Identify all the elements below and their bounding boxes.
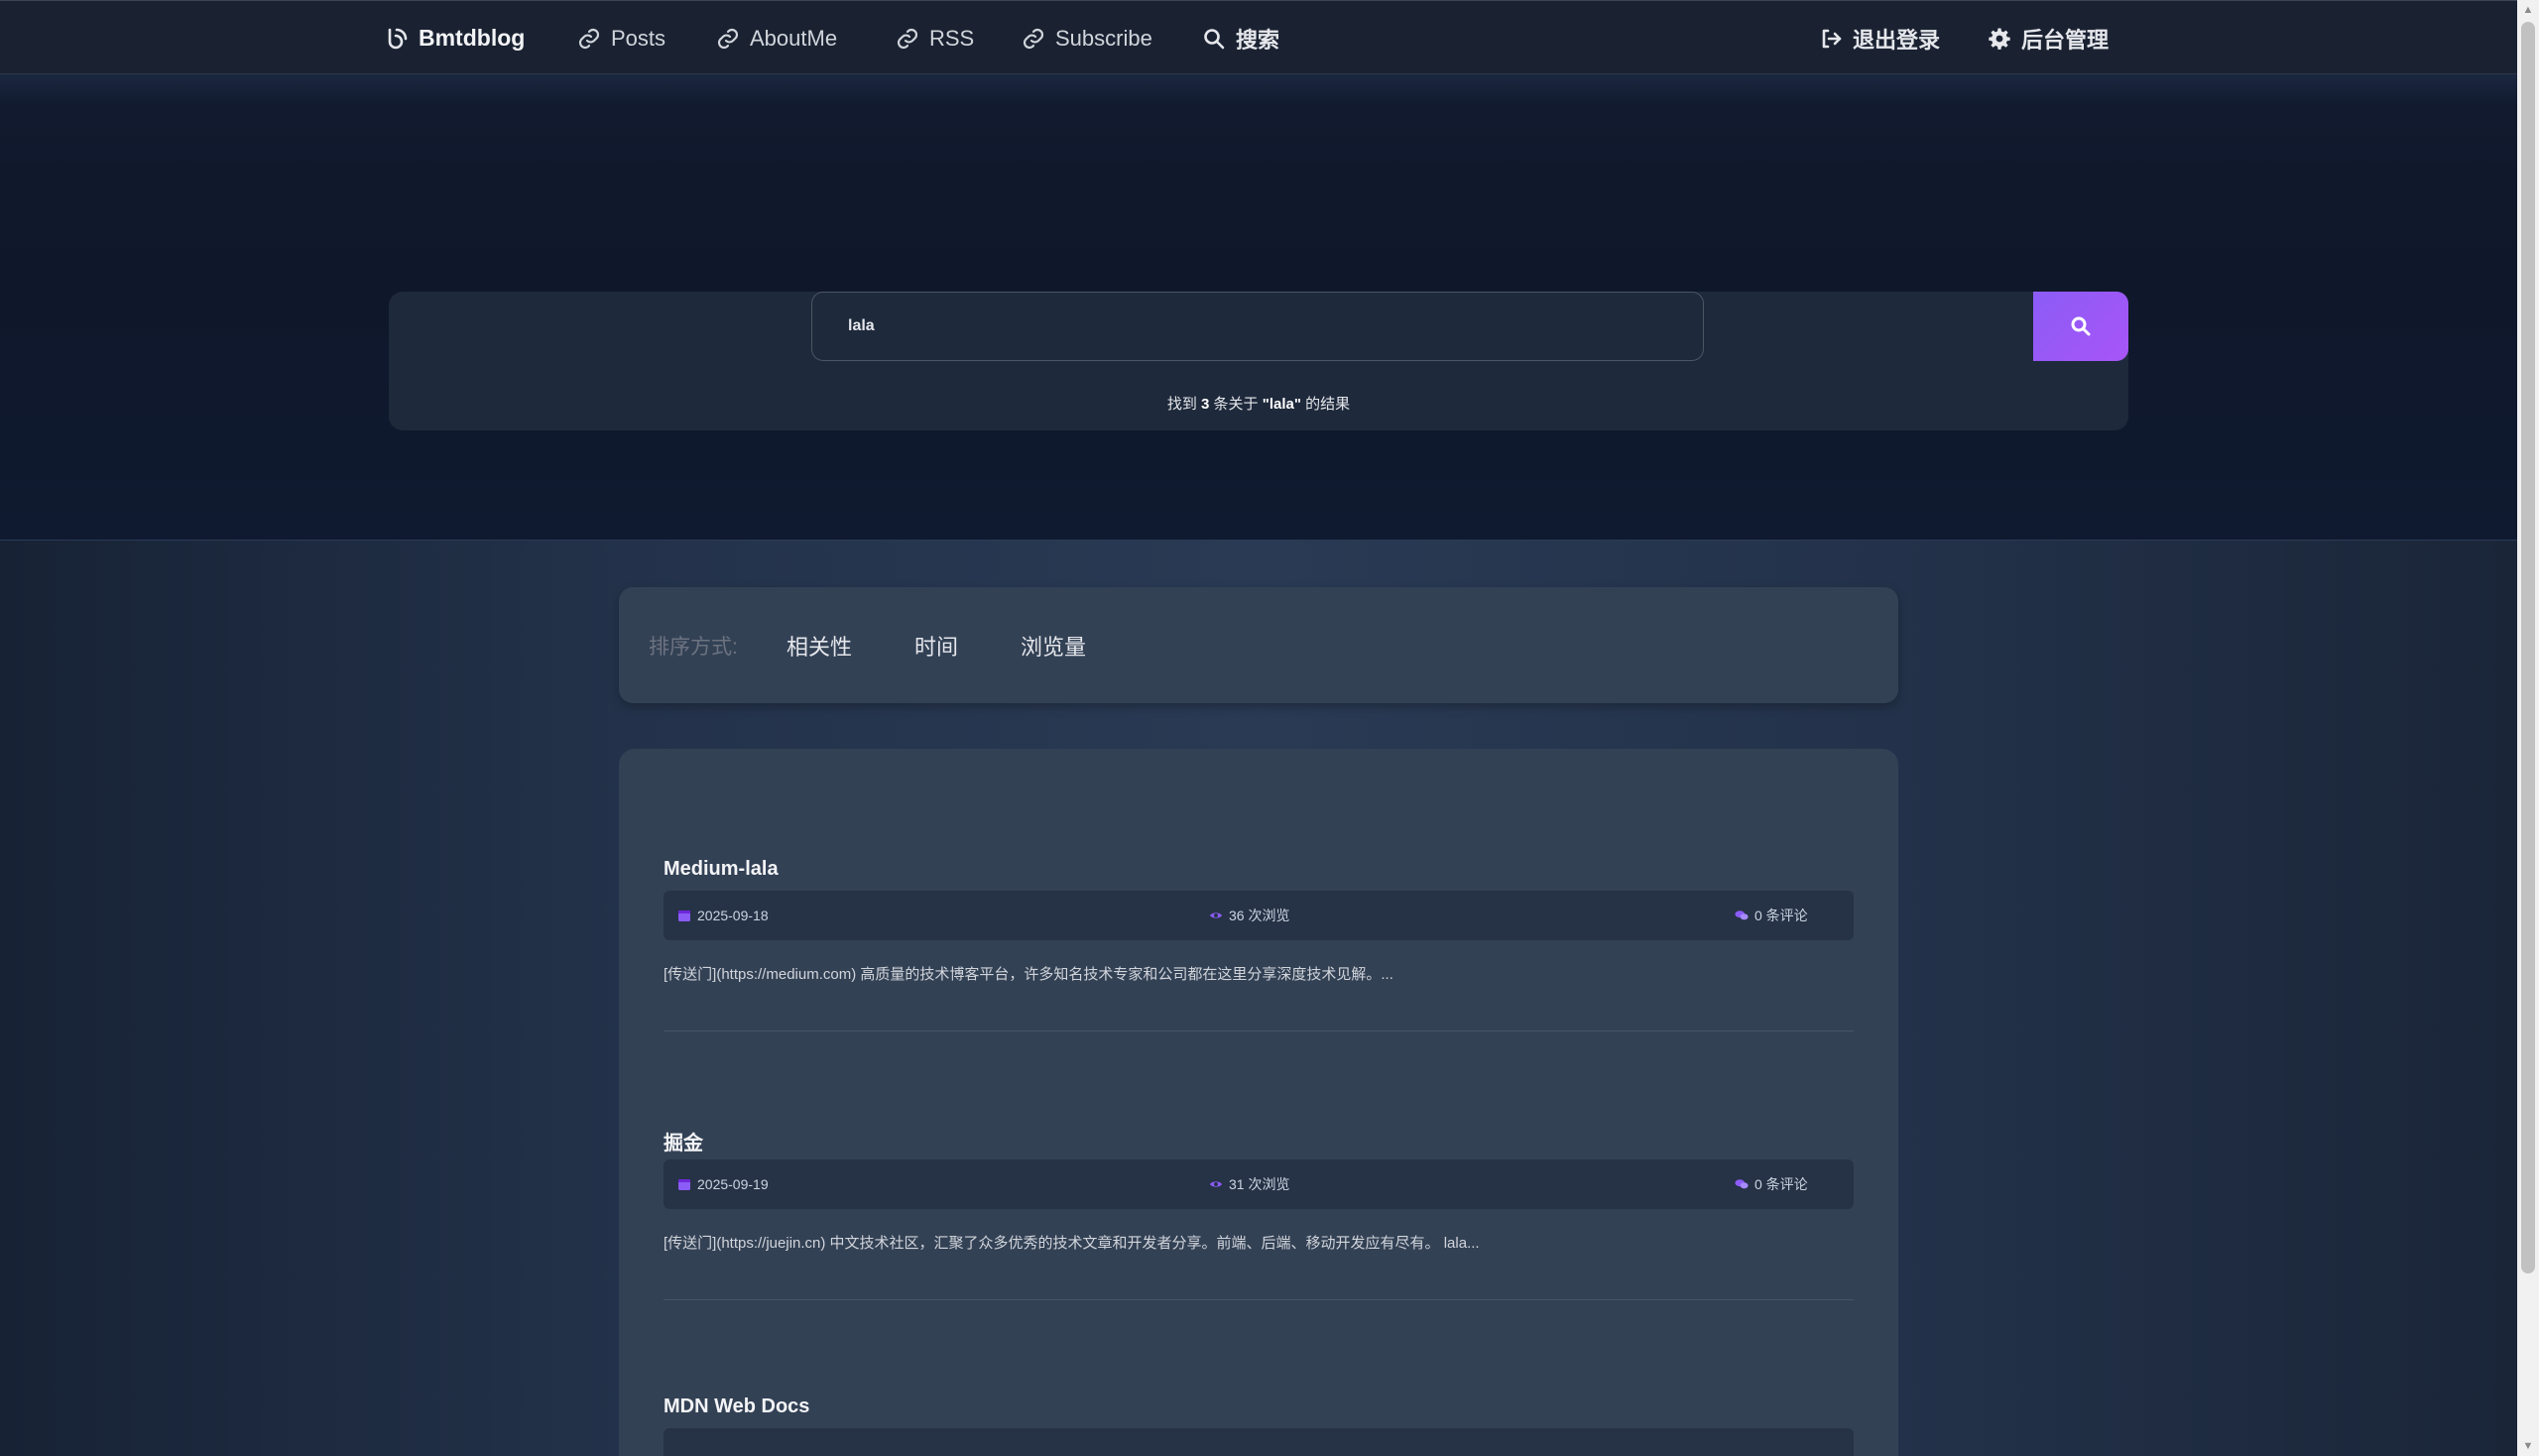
post-comments-text: 0 条评论 bbox=[1754, 908, 1808, 923]
logout-label: 退出登录 bbox=[1853, 27, 1941, 53]
result-prefix: 找到 bbox=[1166, 396, 1197, 413]
brand-link[interactable]: Bmtdblog bbox=[385, 1, 525, 75]
post-views: 31 次浏览 bbox=[1209, 1159, 1289, 1209]
divider bbox=[664, 1299, 1854, 1300]
link-icon bbox=[897, 28, 918, 49]
nav-search-label: 搜索 bbox=[1236, 27, 1280, 53]
post-views-text: 36 次浏览 bbox=[1229, 908, 1290, 923]
scroll-down-arrow-icon[interactable]: ▼ bbox=[2517, 1436, 2539, 1456]
post-comments-text: 0 条评论 bbox=[1754, 1176, 1808, 1192]
search-result-summary: 找到 3 条关于 "lala" 的结果 bbox=[389, 393, 2128, 414]
brand-name: Bmtdblog bbox=[419, 25, 526, 51]
post-date-text: 2025-09-19 bbox=[697, 1176, 769, 1192]
result-count: 3 bbox=[1201, 396, 1210, 413]
search-icon bbox=[2071, 316, 2091, 336]
eye-icon bbox=[1210, 1181, 1222, 1187]
sort-label: 排序方式: bbox=[649, 635, 738, 659]
post-excerpt: [传送门](https://medium.com) 高质量的技术博客平台，许多知… bbox=[664, 966, 1393, 983]
post-excerpt: [传送门](https://juejin.cn) 中文技术社区，汇聚了众多优秀的… bbox=[664, 1235, 1480, 1252]
page-scrollbar[interactable]: ▲ ▼ bbox=[2517, 0, 2539, 1456]
result-middle: 条关于 bbox=[1213, 396, 1259, 413]
nav-link-label: Subscribe bbox=[1055, 25, 1152, 51]
post-views: 36 次浏览 bbox=[1209, 891, 1289, 940]
search-results-list: Medium-lala 2025-09-18 36 次浏览 0 条评论 [传送门… bbox=[619, 749, 1898, 1456]
search-icon bbox=[1204, 28, 1225, 49]
nav-link-label: AboutMe bbox=[750, 25, 838, 51]
nav-link-aboutme[interactable]: AboutMe bbox=[716, 1, 837, 75]
post-date: 2025-09-19 bbox=[677, 1159, 769, 1209]
eye-icon bbox=[1210, 912, 1222, 918]
calendar-icon bbox=[678, 910, 690, 921]
link-icon bbox=[578, 28, 600, 49]
post-title[interactable]: 掘金 bbox=[664, 1127, 703, 1155]
admin-link[interactable]: 后台管理 bbox=[1988, 1, 2109, 75]
post-title[interactable]: Medium-lala bbox=[664, 858, 779, 881]
result-term: "lala" bbox=[1262, 396, 1301, 413]
nav-link-posts[interactable]: Posts bbox=[577, 1, 665, 75]
nav-link-subscribe[interactable]: Subscribe bbox=[1022, 1, 1152, 75]
logout-link[interactable]: 退出登录 bbox=[1819, 1, 1940, 75]
nav-link-label: Posts bbox=[611, 25, 666, 51]
search-button[interactable] bbox=[2033, 292, 2128, 361]
gear-icon bbox=[1989, 28, 2010, 50]
link-icon bbox=[717, 28, 739, 49]
post-meta: 2025-09-19 31 次浏览 0 条评论 bbox=[664, 1159, 1854, 1209]
nav-link-label: RSS bbox=[929, 25, 975, 51]
sort-bar: 排序方式: 相关性 时间 浏览量 bbox=[619, 587, 1898, 703]
scroll-up-arrow-icon[interactable]: ▲ bbox=[2517, 0, 2539, 20]
link-icon bbox=[1023, 28, 1044, 49]
comments-icon bbox=[1735, 910, 1749, 920]
sort-option-views[interactable]: 浏览量 bbox=[1021, 587, 1086, 703]
search-input[interactable] bbox=[811, 292, 1704, 361]
post-views-text: 31 次浏览 bbox=[1229, 1176, 1290, 1192]
nav-search[interactable]: 搜索 bbox=[1202, 1, 1279, 75]
sort-option-relevance[interactable]: 相关性 bbox=[786, 587, 852, 703]
sort-option-time[interactable]: 时间 bbox=[914, 587, 958, 703]
post-comments: 0 条评论 bbox=[1735, 1159, 1808, 1209]
post-date-text: 2025-09-18 bbox=[697, 908, 769, 923]
post-meta: 2025-09-18 36 次浏览 0 条评论 bbox=[664, 891, 1854, 940]
comments-icon bbox=[1735, 1179, 1749, 1189]
top-navbar: Bmtdblog Posts AboutMe RSS Subscribe 搜索 … bbox=[0, 0, 2517, 74]
post-title[interactable]: MDN Web Docs bbox=[664, 1395, 809, 1418]
brand-logo-icon bbox=[388, 28, 408, 49]
admin-label: 后台管理 bbox=[2021, 27, 2110, 53]
post-meta bbox=[664, 1428, 1854, 1456]
post-date: 2025-09-18 bbox=[677, 891, 769, 940]
nav-link-rss[interactable]: RSS bbox=[896, 1, 974, 75]
calendar-icon bbox=[678, 1179, 690, 1190]
sign-out-icon bbox=[1822, 29, 1842, 48]
result-suffix: 的结果 bbox=[1305, 396, 1351, 413]
scrollbar-thumb[interactable] bbox=[2521, 22, 2535, 1274]
post-comments: 0 条评论 bbox=[1735, 891, 1808, 940]
